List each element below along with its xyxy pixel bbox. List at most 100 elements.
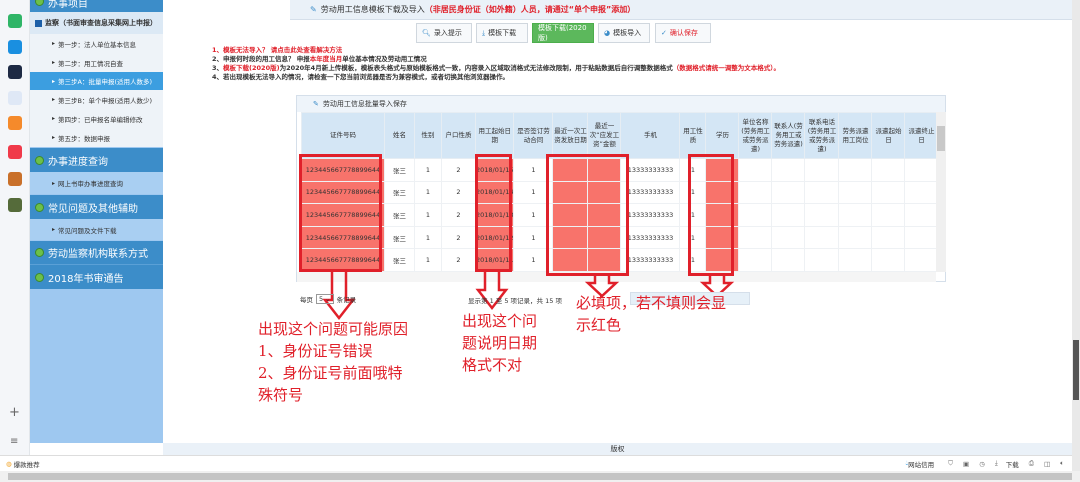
history-icon[interactable]: ◷	[979, 460, 985, 468]
table-cell[interactable]	[904, 248, 939, 272]
status-site-credit[interactable]: 网站信用	[908, 459, 934, 469]
table-cell[interactable]	[804, 203, 840, 227]
sound-icon[interactable]: 🔈︎	[1060, 459, 1064, 468]
page-size-select[interactable]: 5 ⌄	[316, 294, 334, 304]
table-cell[interactable]	[804, 225, 840, 250]
sidebar-step-3b[interactable]: 第三步B：单个申报(适用人数少)	[30, 90, 163, 109]
table-cell[interactable]	[771, 158, 806, 182]
template-download-button[interactable]: ⤓ 模板下载	[476, 23, 528, 43]
add-icon[interactable]: +	[9, 405, 20, 420]
step-label: 第五步：数据申报	[58, 134, 111, 143]
table-cell[interactable]	[804, 180, 840, 205]
sidebar-sub-progress[interactable]: 网上书审办事进度查询	[30, 172, 163, 194]
table-cell[interactable]: 13333333333	[620, 203, 681, 227]
dark-app-icon[interactable]	[8, 65, 22, 79]
table-cell[interactable]	[771, 225, 806, 250]
table-cell[interactable]: 2	[441, 180, 476, 205]
table-cell[interactable]	[804, 158, 840, 182]
entry-hint-button[interactable]: 🔍︎ 录入提示	[416, 23, 472, 43]
table-cell[interactable]: 张三	[384, 203, 415, 227]
panel-title: 劳动用工信息模板下载及导入	[320, 5, 425, 14]
page-horizontal-scrollbar[interactable]	[0, 471, 1080, 482]
confirm-save-button[interactable]: ✓ 确认保存	[655, 23, 711, 43]
sidebar-group-progress[interactable]: 办事进度查询	[30, 148, 163, 172]
table-cell[interactable]	[904, 225, 939, 250]
column-header: 是否签订劳动合同	[513, 112, 554, 159]
table-cell[interactable]: 张三	[384, 158, 415, 182]
sidebar-step-3a-active[interactable]: 第三步A：批量申报(适用人数多)	[30, 72, 163, 90]
table-cell[interactable]: 1	[414, 180, 442, 205]
table-cell[interactable]	[738, 180, 773, 205]
table-cell[interactable]: 1	[414, 225, 442, 250]
print-icon[interactable]: ⎙	[1029, 459, 1034, 468]
sidebar-section-title[interactable]: 监察（书面审查信息采集网上申报）	[30, 12, 163, 34]
table-cell[interactable]	[904, 158, 939, 182]
game-app-icon[interactable]	[8, 172, 22, 186]
sidebar-top-header[interactable]: 办事项目	[30, 0, 163, 12]
sidebar-step-4[interactable]: 第四步：已申报名单编辑修改	[30, 109, 163, 128]
table-cell[interactable]: 13333333333	[620, 180, 681, 205]
table-cell[interactable]	[871, 180, 906, 205]
table-cell[interactable]	[838, 248, 873, 272]
table-cell[interactable]	[738, 225, 773, 250]
menu-icon[interactable]: ≡	[10, 436, 18, 447]
table-cell[interactable]	[871, 248, 906, 272]
table-cell[interactable]: 张三	[384, 225, 415, 250]
table-cell[interactable]	[771, 248, 806, 272]
table-cell[interactable]	[838, 203, 873, 227]
template-download-2020-button[interactable]: 模板下载(2020版)	[532, 23, 594, 43]
table-cell[interactable]	[738, 158, 773, 182]
shield-icon[interactable]: ⛉	[948, 459, 953, 468]
table-cell[interactable]	[871, 225, 906, 250]
p-app-icon[interactable]	[8, 40, 22, 54]
table-cell[interactable]	[838, 180, 873, 205]
table-cell[interactable]	[771, 180, 806, 205]
table-cell[interactable]: 张三	[384, 180, 415, 205]
window-icon[interactable]: ◫	[1044, 460, 1050, 468]
mail-app-icon[interactable]	[8, 14, 22, 28]
pagination-summary: 显示第 1 至 5 项记录，共 15 项	[468, 297, 562, 305]
document-app-icon[interactable]	[8, 91, 22, 105]
table-cell[interactable]: 2	[441, 158, 476, 182]
sidebar-step-5[interactable]: 第五步：数据申报	[30, 128, 163, 147]
sidebar-group-contacts[interactable]: 劳动监察机构联系方式	[30, 241, 163, 265]
table-cell[interactable]: 2	[441, 225, 476, 250]
table-cell[interactable]	[738, 203, 773, 227]
table-cell[interactable]: 1	[414, 248, 442, 272]
table-cell[interactable]: 张三	[384, 248, 415, 272]
table-cell[interactable]	[804, 248, 840, 272]
game2-app-icon[interactable]	[8, 198, 22, 212]
sidebar-step-1[interactable]: 第一步：法人单位基本信息	[30, 34, 163, 53]
table-cell[interactable]: 2	[441, 203, 476, 227]
sidebar-group-faq[interactable]: 常见问题及其他辅助	[30, 195, 163, 219]
table-cell[interactable]	[838, 225, 873, 250]
table-vertical-scrollbar[interactable]	[936, 112, 946, 272]
table-cell[interactable]	[738, 248, 773, 272]
status-download[interactable]: 下载	[1006, 459, 1019, 469]
sidebar-group-notice[interactable]: 2018年书审通告	[30, 265, 163, 289]
sidebar-sub-faq[interactable]: 常见问题及文件下载	[30, 219, 163, 240]
table-cell[interactable]	[838, 158, 873, 182]
red-app-icon[interactable]	[8, 145, 22, 159]
table-cell[interactable]	[904, 203, 939, 227]
sidebar-step-2[interactable]: 第二步：用工情况自查	[30, 53, 163, 72]
column-header: 用工性质	[679, 112, 707, 159]
table-cell[interactable]: 13333333333	[620, 158, 681, 182]
shop-app-icon[interactable]	[8, 116, 22, 130]
table-cell[interactable]: 13333333333	[620, 225, 681, 250]
table-cell[interactable]: 1	[414, 158, 442, 182]
page-vertical-scrollbar[interactable]	[1072, 0, 1080, 471]
annotation-required: 必填项，若不填则会显 示红色	[576, 292, 726, 336]
table-cell[interactable]	[771, 203, 806, 227]
download-icon[interactable]: ⤓	[995, 459, 998, 468]
template-import-button[interactable]: ◕ 模板导入	[598, 23, 650, 43]
table-cell[interactable]	[904, 180, 939, 205]
table-cell[interactable]	[871, 158, 906, 182]
table-cell[interactable]: 2	[441, 248, 476, 272]
table-cell[interactable]	[871, 203, 906, 227]
status-promo[interactable]: 爆款推荐	[14, 459, 40, 469]
sidebar: 办事项目 监察（书面审查信息采集网上申报） 第一步：法人单位基本信息 第二步：用…	[30, 0, 163, 443]
table-cell[interactable]: 13333333333	[620, 248, 681, 272]
table-cell[interactable]: 1	[414, 203, 442, 227]
screenshot-icon[interactable]: ▣	[963, 460, 969, 468]
